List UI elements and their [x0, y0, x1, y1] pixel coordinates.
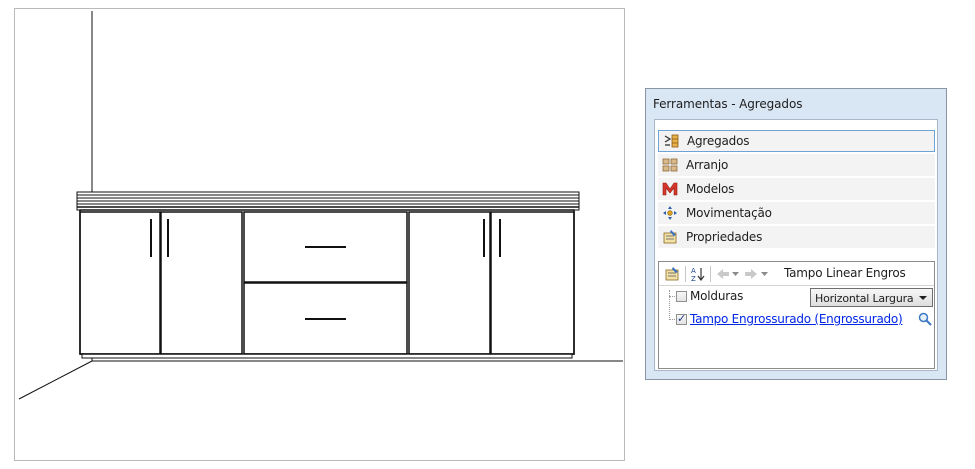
tampo-engrossurado-link[interactable]: Tampo Engrossurado (Engrossurado) [690, 312, 903, 326]
toolbar-separator [710, 266, 711, 282]
agregados-icon [664, 134, 679, 148]
property-toolbar: A Z Tampo Linear Engros [659, 262, 934, 286]
chevron-down-icon[interactable] [732, 271, 739, 277]
molduras-checkbox[interactable] [676, 291, 687, 302]
tampo-engrossurado-checkbox[interactable]: ✓ [676, 312, 687, 325]
panel-title: Ferramentas - Agregados [653, 97, 803, 111]
chevron-down-icon[interactable] [761, 271, 768, 277]
tool-label: Agregados [687, 134, 750, 148]
back-arrow-icon[interactable] [715, 266, 731, 282]
toolbar-separator [685, 266, 686, 282]
modelos-icon [662, 182, 678, 196]
tool-label: Propriedades [686, 230, 763, 244]
molduras-label: Molduras [690, 289, 744, 303]
tool-label: Arranjo [686, 158, 729, 172]
tools-panel: Ferramentas - Agregados Agregados Arranj… [645, 88, 947, 380]
property-object-title: Tampo Linear Engros [784, 266, 906, 280]
tree-line [669, 319, 675, 320]
forward-arrow-icon[interactable] [743, 266, 759, 282]
tool-propriedades[interactable]: Propriedades [658, 226, 935, 248]
floor-left-line [18, 360, 93, 400]
categorized-icon[interactable] [664, 266, 680, 282]
tool-label: Movimentação [686, 206, 772, 220]
3d-viewport[interactable] [14, 8, 625, 461]
movimentacao-icon [663, 206, 677, 220]
cabinet-drawing [18, 11, 623, 400]
tool-movimentacao[interactable]: Movimentação [658, 202, 935, 224]
molduras-dropdown[interactable]: Horizontal Largura [810, 288, 933, 307]
svg-text:A: A [691, 267, 696, 275]
svg-text:Z: Z [691, 275, 696, 282]
property-grid: A Z Tampo Linear Engros Molduras Horizon… [658, 261, 935, 369]
tool-label: Modelos [686, 182, 735, 196]
sort-alphabetical-icon[interactable]: A Z [690, 266, 706, 282]
search-icon[interactable] [918, 312, 932, 326]
tool-arranjo[interactable]: Arranjo [658, 154, 935, 176]
panel-content: Agregados Arranjo Modelos Movimentação P… [654, 119, 938, 371]
tool-modelos[interactable]: Modelos [658, 178, 935, 200]
propriedades-icon [663, 230, 677, 244]
arranjo-icon [662, 158, 678, 172]
dropdown-value: Horizontal Largura [815, 292, 914, 305]
tree-line [669, 296, 675, 297]
tool-agregados[interactable]: Agregados [658, 130, 935, 152]
checkmark-icon: ✓ [677, 312, 687, 325]
tree-line [669, 290, 670, 320]
dropdown-arrow-icon[interactable] [919, 296, 927, 300]
